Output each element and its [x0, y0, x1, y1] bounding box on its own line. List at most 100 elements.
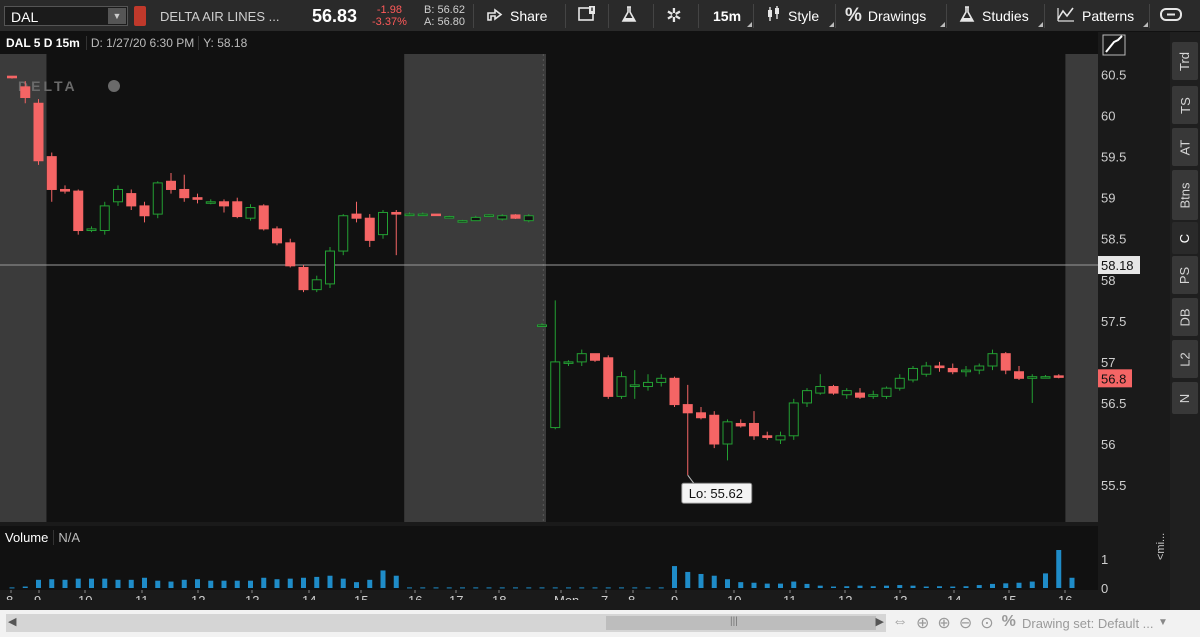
time-tick-label: 11 [783, 593, 797, 600]
candle [669, 376, 680, 408]
candle-body [510, 214, 521, 219]
candle-body [139, 205, 150, 217]
volume-bar [36, 579, 41, 588]
candle-body [537, 324, 547, 327]
volume-bar [221, 580, 227, 588]
time-tick-label: 15 [354, 593, 368, 600]
zoom-out-icon[interactable]: ⊖ [959, 613, 972, 633]
volume-bar [539, 587, 545, 589]
candle-body [974, 365, 985, 371]
price-chart[interactable]: DELTA Lo: 55.62 60.56059.55958.55857.557… [0, 0, 1170, 600]
time-tick-label: 17 [449, 593, 463, 600]
candle [457, 219, 468, 223]
zoom-fit-icon[interactable]: ⊙ [980, 613, 993, 633]
volume-bar [976, 585, 982, 588]
side-tab-ts[interactable]: TS [1172, 86, 1198, 124]
side-tab-c[interactable]: C [1172, 222, 1198, 254]
volume-bar [274, 579, 280, 588]
volume-bar [963, 586, 969, 588]
time-tick-label: 12 [838, 593, 852, 600]
volume-bar [367, 579, 373, 588]
volume-bar [937, 586, 942, 588]
candle-body [749, 422, 759, 437]
candle-body [152, 182, 163, 215]
candle-body [616, 376, 627, 397]
volume-bar [248, 580, 253, 588]
candle-body [46, 156, 57, 190]
candle-body [272, 228, 282, 244]
volume-bar [645, 587, 651, 589]
candle-body [391, 211, 402, 215]
volume-bar [287, 578, 293, 588]
candle-body [20, 86, 31, 99]
crosshair-icon[interactable]: ⊕ [916, 613, 929, 633]
volume-bar [433, 587, 439, 589]
volume-bar [9, 587, 15, 589]
candle [73, 189, 84, 235]
candle-body [311, 279, 322, 291]
candle-body [1053, 375, 1064, 378]
price-tick-label: 60 [1101, 109, 1115, 124]
side-tab-label: N [1177, 393, 1193, 403]
watermark-globe-icon [108, 80, 120, 92]
time-tick-label: 16 [408, 593, 422, 600]
candle-body [166, 180, 176, 190]
extended-hours-shade [1065, 54, 1098, 522]
scroll-thumb[interactable]: ||| [606, 616, 876, 630]
side-tab-trd[interactable]: Trd [1172, 42, 1198, 80]
candle-body [378, 211, 388, 236]
drawing-set-label[interactable]: Drawing set: Default ... [1022, 616, 1154, 631]
mini-label[interactable]: <mi... [1155, 533, 1167, 560]
candle [7, 75, 17, 79]
zoom-in-icon[interactable]: ⊕ [937, 613, 950, 633]
volume-bar [115, 579, 121, 588]
candle-body [629, 384, 640, 388]
candle-body [947, 367, 958, 373]
chart-background [0, 54, 1098, 522]
candle-body [576, 353, 587, 363]
side-tab-at[interactable]: AT [1172, 128, 1198, 166]
volume-bar [990, 583, 995, 588]
pan-icon[interactable]: ⇔ [892, 613, 908, 633]
candle [603, 355, 614, 399]
candle-body [219, 201, 229, 207]
volume-bar [102, 578, 108, 588]
candle-body [603, 357, 614, 397]
scroll-right-icon[interactable]: ▶ [876, 615, 884, 628]
price-tick-label: 58 [1101, 273, 1115, 288]
scroll-left-icon[interactable]: ◀ [8, 615, 16, 628]
candle-body [298, 266, 309, 291]
volume-bar [1029, 581, 1035, 588]
candle-body [86, 228, 97, 232]
volume-bar [725, 579, 730, 588]
side-tab-btns[interactable]: Btns [1172, 170, 1198, 220]
volume-bar [142, 577, 147, 588]
drawing-tool-icon[interactable] [1102, 34, 1126, 56]
volume-bar [354, 582, 359, 588]
volume-bar [261, 577, 267, 588]
side-tab-n[interactable]: N [1172, 382, 1198, 414]
candle-body [497, 215, 508, 220]
volume-background [0, 548, 1098, 590]
percent-scale-icon[interactable]: % [1002, 613, 1016, 633]
price-tick-label: 57 [1101, 355, 1115, 370]
candle-body [73, 190, 84, 232]
side-tab-ps[interactable]: PS [1172, 256, 1198, 294]
time-axis-background [0, 590, 1098, 600]
volume-bar [128, 579, 134, 588]
volume-bar [764, 583, 770, 588]
candle-body [1014, 371, 1024, 379]
candle [285, 238, 296, 268]
volume-bar [195, 579, 200, 588]
side-tab-db[interactable]: DB [1172, 298, 1198, 336]
volume-label[interactable]: Volume [0, 530, 53, 545]
drawing-set-dropdown-icon[interactable]: ▼ [1158, 617, 1168, 628]
price-tick-label: 59.5 [1101, 150, 1126, 165]
volume-bar [844, 586, 850, 588]
horizontal-scrollbar[interactable]: ◀ ||| ▶ [6, 614, 886, 632]
side-tab-l2[interactable]: L2 [1172, 340, 1198, 378]
volume-bar [420, 587, 426, 589]
candle [709, 411, 720, 449]
candle-body [762, 435, 773, 438]
side-tab-label: L2 [1177, 351, 1193, 367]
